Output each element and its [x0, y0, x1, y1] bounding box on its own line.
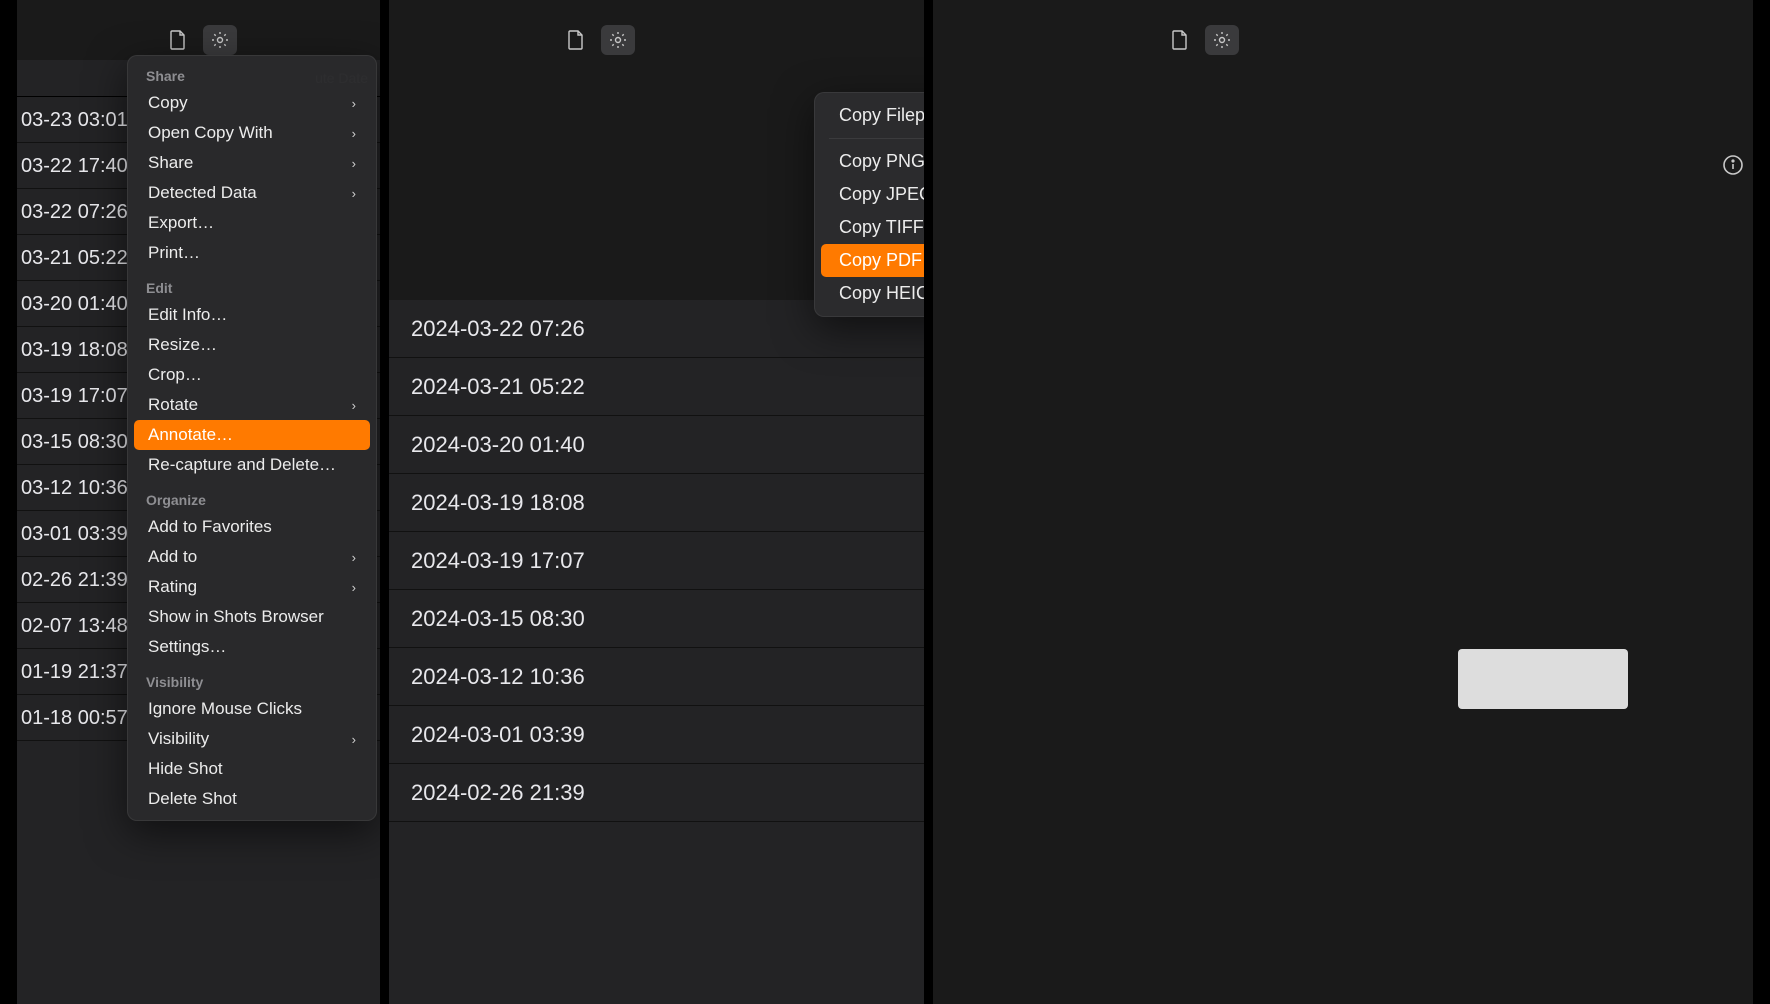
menu-item-label: Ignore Mouse Clicks — [148, 699, 302, 719]
document-icon[interactable] — [1163, 25, 1197, 55]
menu-item[interactable]: Ignore Mouse Clicks — [134, 694, 370, 724]
gear-icon[interactable] — [203, 25, 237, 55]
submenu-item[interactable]: Copy PNG Data — [821, 145, 924, 178]
copy-submenu[interactable]: Copy Filepath Copy PNG DataCopy JPEG Data… — [814, 92, 924, 317]
chevron-right-icon: › — [352, 186, 356, 201]
menu-item-label: Copy — [148, 93, 188, 113]
menu-item-label: Rotate — [148, 395, 198, 415]
document-icon[interactable] — [161, 25, 195, 55]
list-item[interactable]: 2024-03-01 03:39 — [389, 706, 924, 764]
pane-left: ute Date 03-23 03:0103-22 17:4003-22 07:… — [17, 0, 380, 1004]
menu-section-label: Visibility — [134, 668, 370, 694]
menu-item[interactable]: Visibility › — [134, 724, 370, 754]
submenu-item[interactable]: Copy HEIC Data — [821, 277, 924, 310]
menu-item[interactable]: Re-capture and Delete… — [134, 450, 370, 480]
thumbnail-card — [1458, 649, 1628, 709]
menu-item[interactable]: Detected Data › — [134, 178, 370, 208]
list-item[interactable]: 2024-03-20 01:40 — [389, 416, 924, 474]
toolbar — [17, 0, 380, 60]
menu-item-label: Annotate… — [148, 425, 233, 445]
menu-item-label: Export… — [148, 213, 214, 233]
menu-item[interactable]: Settings… — [134, 632, 370, 662]
menu-item[interactable]: Copy › — [134, 88, 370, 118]
chevron-right-icon: › — [352, 550, 356, 565]
date-list: 2024-03-22 07:262024-03-21 05:222024-03-… — [389, 300, 924, 1004]
menu-section-label: Share — [134, 62, 370, 88]
menu-item-label: Add to — [148, 547, 197, 567]
menu-item[interactable]: Rotate › — [134, 390, 370, 420]
list-item[interactable]: 2024-03-12 10:36 — [389, 648, 924, 706]
info-icon[interactable] — [1718, 150, 1748, 180]
menu-item-label: Add to Favorites — [148, 517, 272, 537]
chevron-right-icon: › — [352, 96, 356, 111]
menu-item-label: Open Copy With — [148, 123, 273, 143]
menu-item[interactable]: Export… — [134, 208, 370, 238]
menu-item-label: Visibility — [148, 729, 209, 749]
chevron-right-icon: › — [352, 126, 356, 141]
menu-item[interactable]: Resize… — [134, 330, 370, 360]
menu-item[interactable]: Edit Info… — [134, 300, 370, 330]
menu-item-label: Print… — [148, 243, 200, 263]
submenu-item[interactable]: Copy TIFF Data — [821, 211, 924, 244]
menu-item-label: Edit Info… — [148, 305, 227, 325]
submenu-item[interactable]: Copy JPEG Data — [821, 178, 924, 211]
menu-section-label: Organize — [134, 486, 370, 512]
list-item[interactable]: 2024-03-19 18:08 — [389, 474, 924, 532]
list-item[interactable]: 2024-02-26 21:39 — [389, 764, 924, 822]
menu-item[interactable]: Crop… — [134, 360, 370, 390]
menu-item-label: Share — [148, 153, 193, 173]
menu-item[interactable]: Show in Shots Browser — [134, 602, 370, 632]
menu-item[interactable]: Open Copy With › — [134, 118, 370, 148]
chevron-right-icon: › — [352, 580, 356, 595]
menu-item-label: Show in Shots Browser — [148, 607, 324, 627]
submenu-item[interactable]: Copy Filepath — [821, 99, 924, 132]
menu-section-label: Edit — [134, 274, 370, 300]
menu-item[interactable]: Add to Favorites — [134, 512, 370, 542]
menu-item[interactable]: Annotate… — [134, 420, 370, 450]
submenu-item[interactable]: Copy PDF Data — [821, 244, 924, 277]
menu-item-label: Settings… — [148, 637, 226, 657]
list-item[interactable]: 2024-03-19 17:07 — [389, 532, 924, 590]
gear-icon[interactable] — [601, 25, 635, 55]
chevron-right-icon: › — [352, 732, 356, 747]
menu-item-label: Resize… — [148, 335, 217, 355]
menu-item[interactable]: Hide Shot — [134, 754, 370, 784]
chevron-right-icon: › — [352, 156, 356, 171]
menu-item[interactable]: Print… — [134, 238, 370, 268]
menu-item[interactable]: Delete Shot — [134, 784, 370, 814]
menu-item-label: Hide Shot — [148, 759, 223, 779]
toolbar — [933, 0, 1753, 60]
pane-right: ShareCopy›Open Copy With›Share›Detected … — [933, 0, 1753, 1004]
gear-icon[interactable] — [1205, 25, 1239, 55]
menu-item-label: Delete Shot — [148, 789, 237, 809]
toolbar — [389, 0, 924, 60]
list-item[interactable]: 2024-03-21 05:22 — [389, 358, 924, 416]
menu-item-label: Rating — [148, 577, 197, 597]
chevron-right-icon: › — [352, 398, 356, 413]
menu-item-label: Detected Data — [148, 183, 257, 203]
menu-item-label: Crop… — [148, 365, 202, 385]
menu-item[interactable]: Share › — [134, 148, 370, 178]
menu-item-label: Re-capture and Delete… — [148, 455, 336, 475]
list-item[interactable]: 2024-03-15 08:30 — [389, 590, 924, 648]
menu-item[interactable]: Rating › — [134, 572, 370, 602]
menu-item[interactable]: Add to › — [134, 542, 370, 572]
pane-middle: 2024-03-22 07:262024-03-21 05:222024-03-… — [389, 0, 924, 1004]
context-menu[interactable]: ShareCopy›Open Copy With›Share›Detected … — [127, 55, 377, 821]
document-icon[interactable] — [559, 25, 593, 55]
